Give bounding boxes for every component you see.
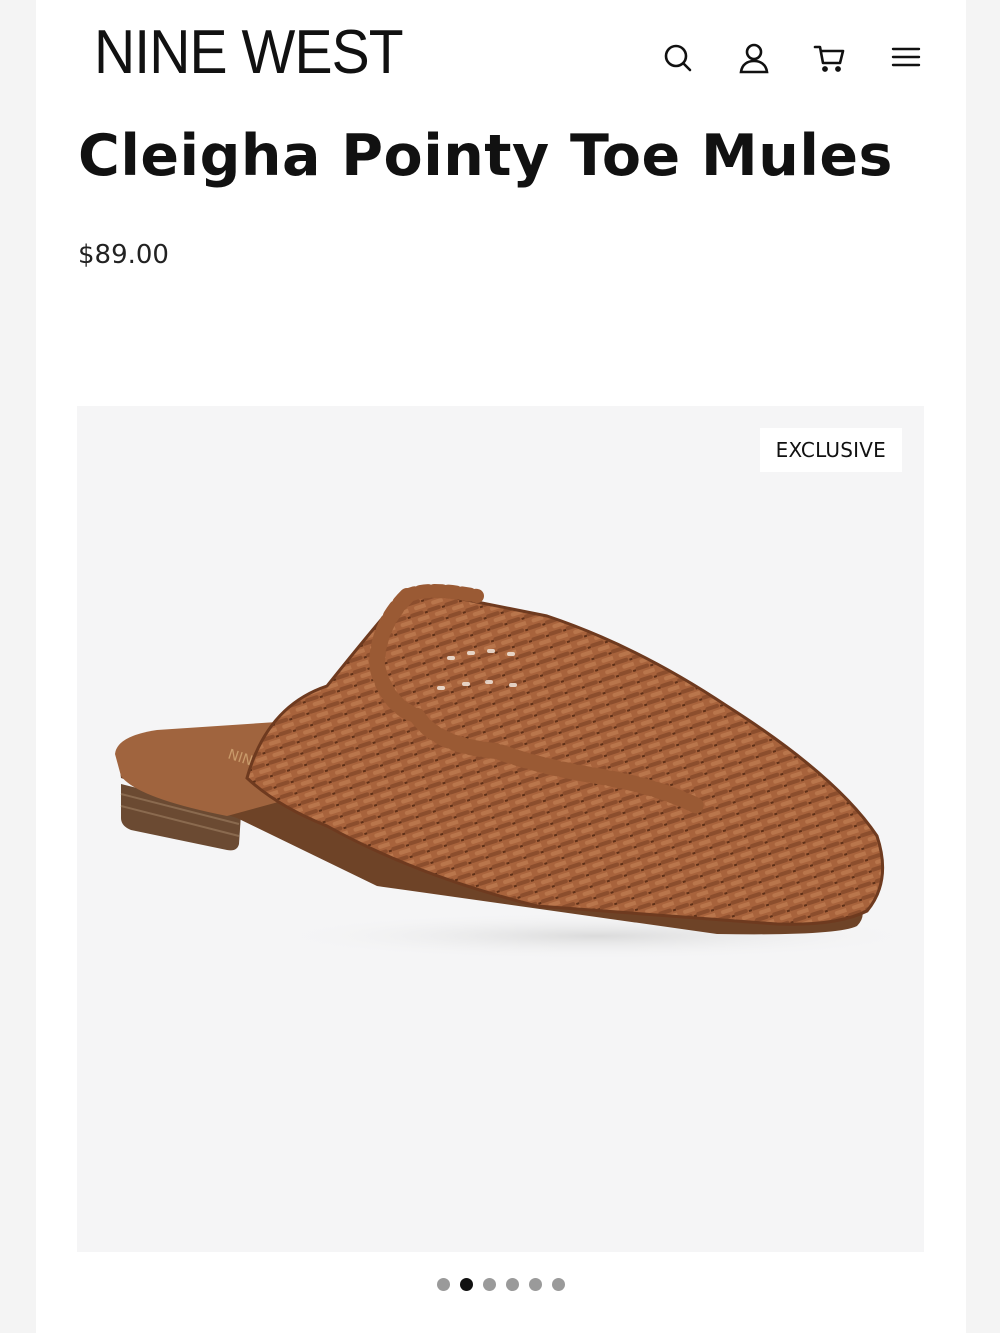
carousel-dot[interactable] [529,1277,542,1291]
carousel-dot[interactable] [506,1277,519,1291]
cart-icon[interactable] [810,38,850,78]
brand-logo[interactable]: NINE WEST [94,18,404,88]
account-icon[interactable] [734,38,774,78]
product-image-carousel[interactable]: NINE WEST EXCLUSIVE [77,406,924,1252]
carousel-dot[interactable] [483,1277,496,1291]
carousel-dot-active[interactable] [460,1277,473,1291]
product-page: NINE WEST Cleigha Pointy Toe Mules $89.0… [36,0,966,1333]
site-header: NINE WEST [36,0,966,110]
carousel-dot[interactable] [437,1277,450,1291]
search-icon[interactable] [658,38,698,78]
menu-icon[interactable] [886,38,926,78]
carousel-dot[interactable] [552,1277,565,1291]
product-title: Cleigha Pointy Toe Mules [78,123,893,189]
product-price: $89.00 [78,240,169,270]
carousel-pagination [36,1274,966,1294]
product-image[interactable]: NINE WEST [77,406,924,1252]
exclusive-badge: EXCLUSIVE [759,428,902,472]
